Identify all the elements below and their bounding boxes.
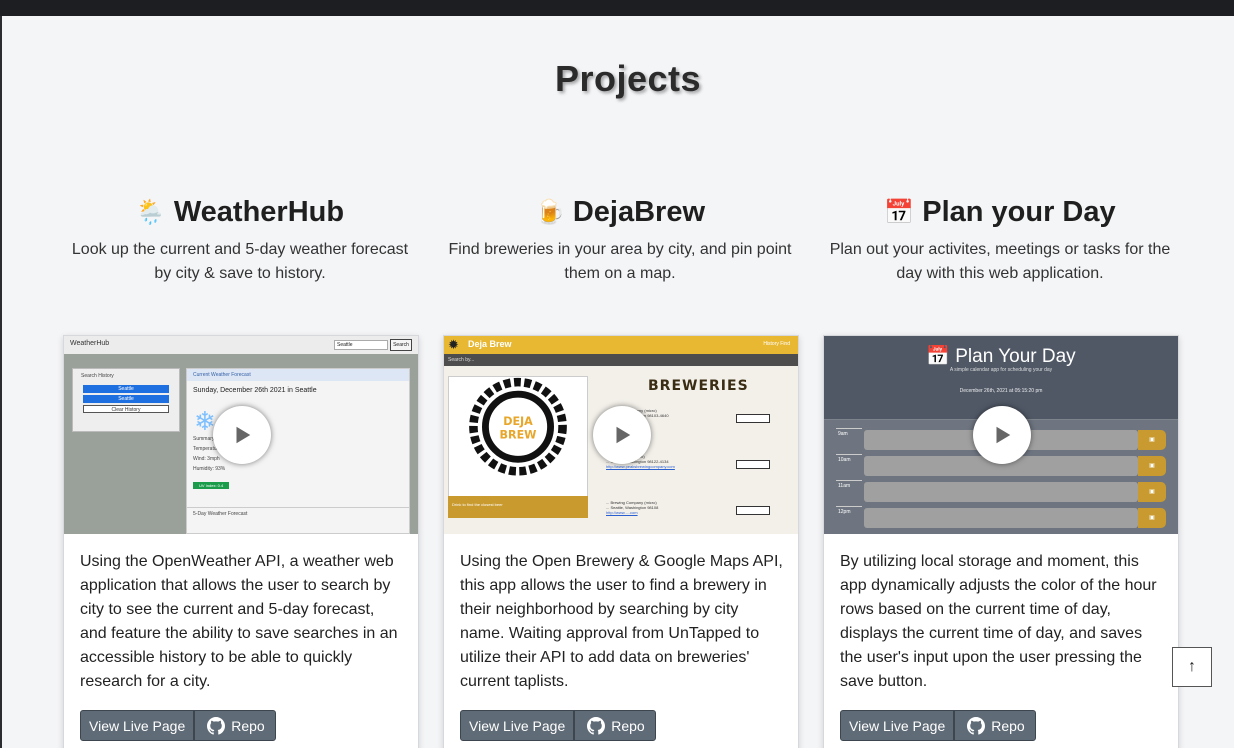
- svg-text:DEJA: DEJA: [503, 415, 533, 428]
- svg-text:BREW: BREW: [500, 429, 537, 442]
- play-icon: [996, 426, 1011, 444]
- project-description: Using the Open Brewery & Google Maps API…: [460, 553, 783, 690]
- save-icon: ▣: [1138, 508, 1166, 528]
- thumb-header: WeatherHub Seattle Search: [64, 336, 418, 354]
- thumb-app-name: WeatherHub: [70, 340, 110, 347]
- play-icon: [236, 426, 251, 444]
- play-button[interactable]: [973, 406, 1031, 464]
- project-card-plan-your-day: 📅 Plan Your Day A simple calendar app fo…: [823, 335, 1179, 748]
- thumb-brewery-row: ... Brewing Company (micro) ... Seattle,…: [606, 500, 796, 526]
- repo-button[interactable]: Repo: [954, 710, 1036, 741]
- thumb-hour-row: 11am ▣: [836, 480, 1166, 502]
- play-icon: [616, 426, 631, 444]
- github-icon: [967, 716, 986, 735]
- video-thumbnail[interactable]: ✹ Deja Brew History Find Search by... DE…: [444, 336, 798, 534]
- github-icon: [207, 716, 226, 735]
- scroll-to-top-button[interactable]: ↑: [1172, 647, 1212, 687]
- project-title: WeatherHub: [173, 195, 345, 228]
- save-icon: ▣: [1138, 456, 1166, 476]
- repo-button[interactable]: Repo: [194, 710, 276, 741]
- project-title: DejaBrew: [572, 195, 706, 228]
- project-title: Plan your Day: [922, 195, 1116, 228]
- project-header-dejabrew: 🍺 DejaBrew Find breweries in your area b…: [442, 192, 798, 286]
- view-live-page-button[interactable]: View Live Page: [460, 710, 575, 741]
- thumb-history: Search History Seattle Seattle Clear His…: [72, 368, 180, 432]
- project-header-weatherhub: 🌦️ WeatherHub Look up the current and 5-…: [62, 192, 418, 286]
- project-tagline: Find breweries in your area by city, and…: [448, 241, 792, 282]
- calendar-icon: 📅: [884, 198, 915, 226]
- bottle-cap-icon: DEJA BREW: [469, 377, 567, 476]
- video-thumbnail[interactable]: 📅 Plan Your Day A simple calendar app fo…: [824, 336, 1178, 534]
- view-live-page-button[interactable]: View Live Page: [840, 710, 955, 741]
- button-group: View Live Page Repo: [840, 710, 1036, 741]
- thumb-search-button: Search: [390, 339, 412, 351]
- project-header-plan-your-day: 📅 Plan your Day Plan out your activites,…: [822, 192, 1178, 286]
- section-title: Projects: [554, 58, 702, 99]
- beer-icon: 🍺: [534, 198, 565, 226]
- browser-topbar: [0, 0, 1234, 16]
- github-icon: [587, 716, 606, 735]
- video-thumbnail[interactable]: WeatherHub Seattle Search Search History…: [64, 336, 418, 534]
- view-live-page-button[interactable]: View Live Page: [80, 710, 195, 741]
- repo-button[interactable]: Repo: [574, 710, 656, 741]
- project-card-dejabrew: ✹ Deja Brew History Find Search by... DE…: [443, 335, 799, 748]
- play-button[interactable]: [213, 406, 271, 464]
- save-icon: ▣: [1138, 430, 1166, 450]
- save-icon: ▣: [1138, 482, 1166, 502]
- weather-icon: 🌦️: [135, 198, 166, 226]
- project-description: Using the OpenWeather API, a weather web…: [80, 553, 398, 690]
- thumb-search: Seattle: [334, 340, 388, 350]
- project-tagline: Plan out your activites, meetings or tas…: [829, 241, 1171, 282]
- button-group: View Live Page Repo: [80, 710, 276, 741]
- button-group: View Live Page Repo: [460, 710, 656, 741]
- thumb-app-name: Deja Brew: [468, 339, 512, 349]
- deja-brew-logo: DEJA BREW: [448, 376, 588, 516]
- project-card-weatherhub: WeatherHub Seattle Search Search History…: [63, 335, 419, 748]
- project-tagline: Look up the current and 5-day weather fo…: [71, 241, 409, 282]
- thumb-header: ✹ Deja Brew History Find: [444, 336, 798, 354]
- window-edge: [0, 16, 2, 748]
- sun-logo-icon: ✹: [448, 337, 459, 352]
- thumb-heading: BREWERIES: [648, 378, 749, 394]
- project-description: By utilizing local storage and moment, t…: [840, 553, 1157, 690]
- thumb-hour-row: 12pm ▣: [836, 506, 1166, 528]
- play-button[interactable]: [593, 406, 651, 464]
